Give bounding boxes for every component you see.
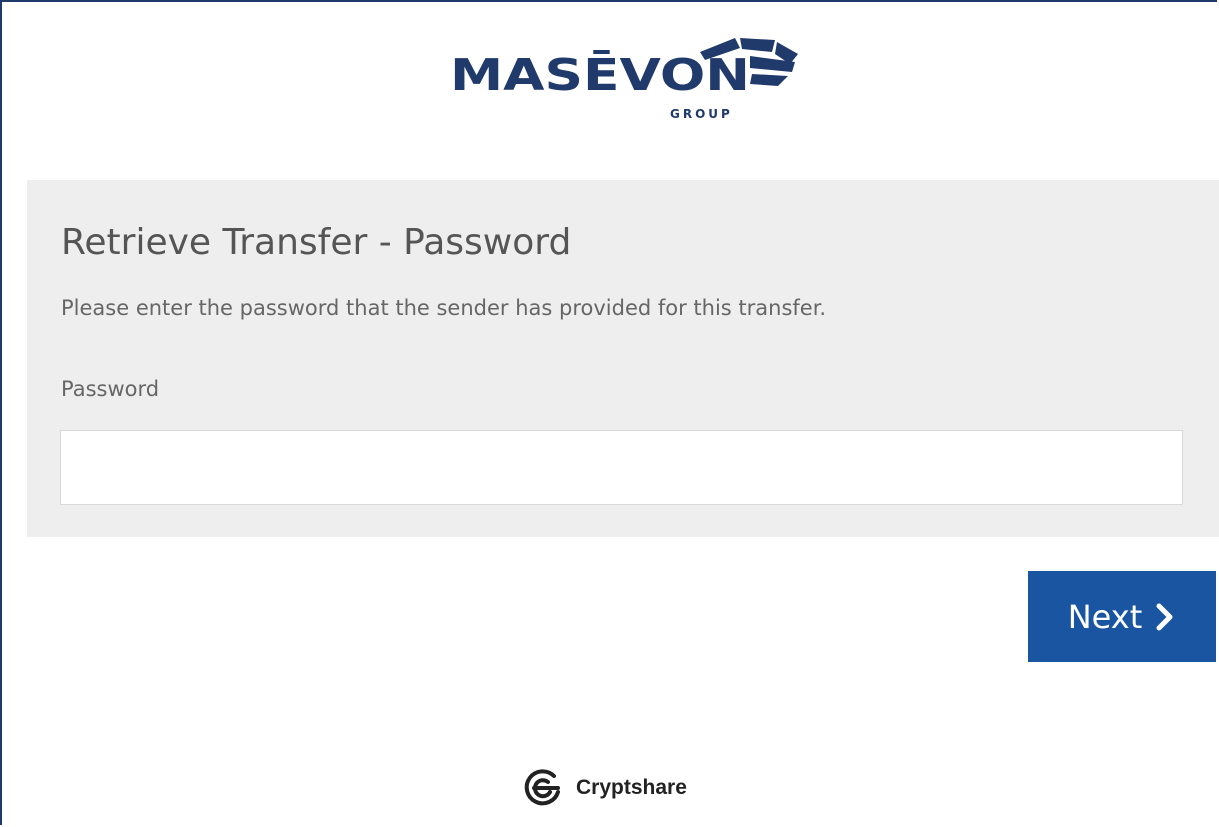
masevon-logo: MASĒVON GROUP [450, 34, 800, 124]
password-label: Password [61, 377, 160, 401]
next-button[interactable]: Next [1028, 571, 1216, 662]
password-field[interactable] [60, 430, 1183, 505]
svg-text:GROUP: GROUP [670, 107, 733, 121]
svg-text:MASĒVON: MASĒVON [450, 49, 750, 101]
chevron-right-icon [1154, 603, 1176, 631]
powered-by-footer: Cryptshare [520, 765, 687, 811]
next-button-label: Next [1067, 597, 1143, 636]
page-title: Retrieve Transfer - Password [61, 222, 572, 263]
cryptshare-logo-icon [520, 766, 564, 810]
page-description: Please enter the password that the sende… [61, 296, 827, 320]
password-panel: Retrieve Transfer - Password Please ente… [27, 180, 1219, 537]
cryptshare-label: Cryptshare [576, 776, 687, 799]
